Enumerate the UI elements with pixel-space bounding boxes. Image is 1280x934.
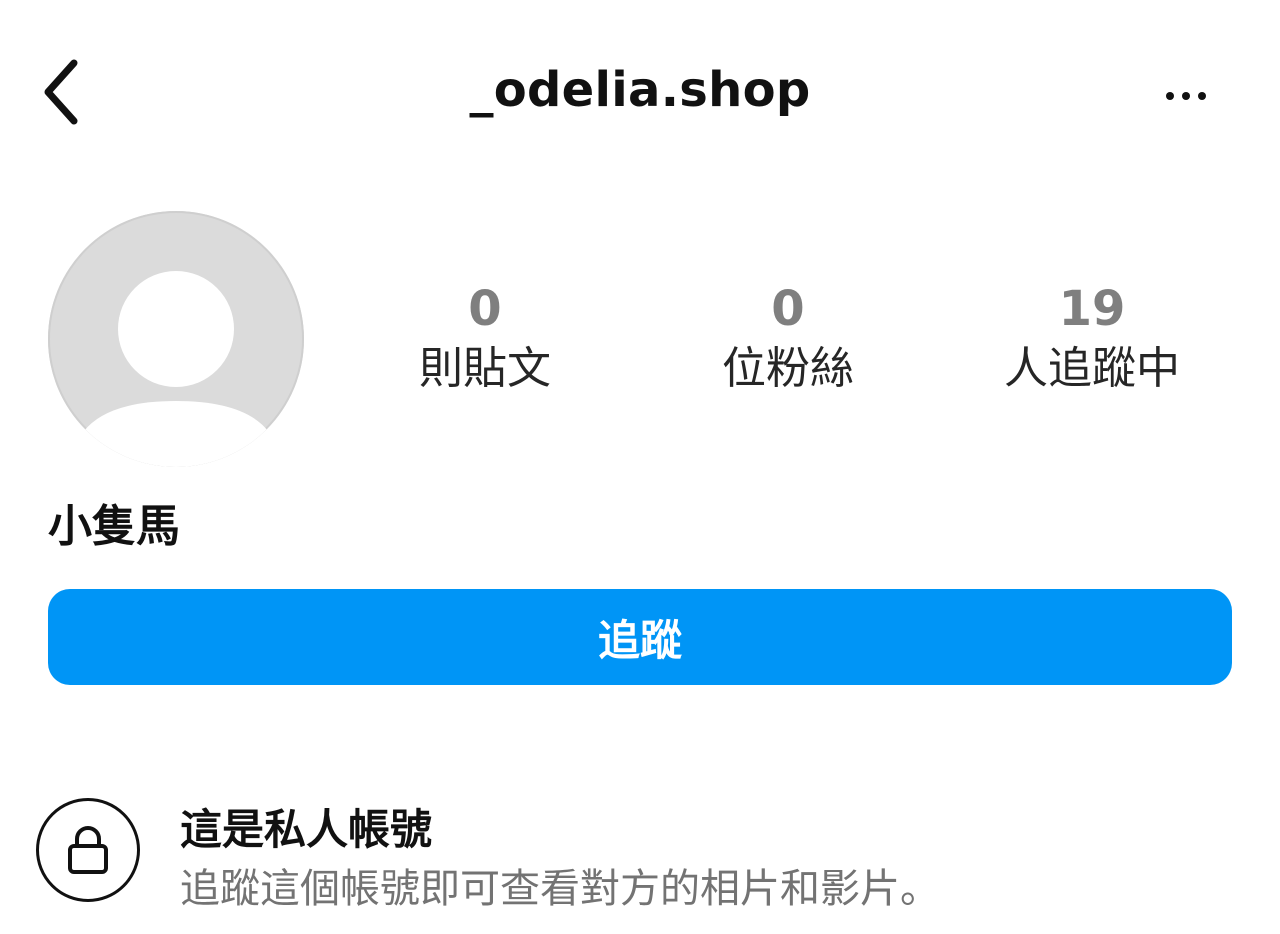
display-name: 小隻馬 [48, 501, 180, 552]
default-avatar-icon [84, 271, 268, 467]
private-lock-badge [36, 798, 140, 902]
stat-followers[interactable]: 0 位粉絲 [658, 280, 918, 398]
stat-posts-count: 0 [468, 281, 502, 337]
profile-username: _odelia.shop [469, 62, 811, 118]
top-bar: _odelia.shop [0, 50, 1280, 140]
more-options-button[interactable] [1148, 70, 1224, 122]
stat-followers-count: 0 [771, 281, 805, 337]
stat-following[interactable]: 19 人追蹤中 [962, 280, 1222, 398]
private-account-description: 追蹤這個帳號即可查看對方的相片和影片。 [180, 866, 940, 912]
profile-page: _odelia.shop 0 則貼文 0 位粉絲 19 人追蹤中 小隻馬 追蹤 … [0, 0, 1280, 934]
stat-followers-label: 位粉絲 [722, 343, 854, 394]
private-account-title: 這是私人帳號 [180, 805, 433, 854]
lock-icon [68, 826, 108, 874]
stat-following-label: 人追蹤中 [1004, 343, 1180, 394]
stat-posts-label: 則貼文 [419, 343, 551, 394]
follow-button[interactable]: 追蹤 [48, 589, 1232, 685]
more-horizontal-icon [1166, 92, 1174, 100]
stat-posts[interactable]: 0 則貼文 [355, 280, 615, 398]
avatar[interactable] [48, 211, 304, 467]
stat-following-count: 19 [1058, 281, 1126, 337]
